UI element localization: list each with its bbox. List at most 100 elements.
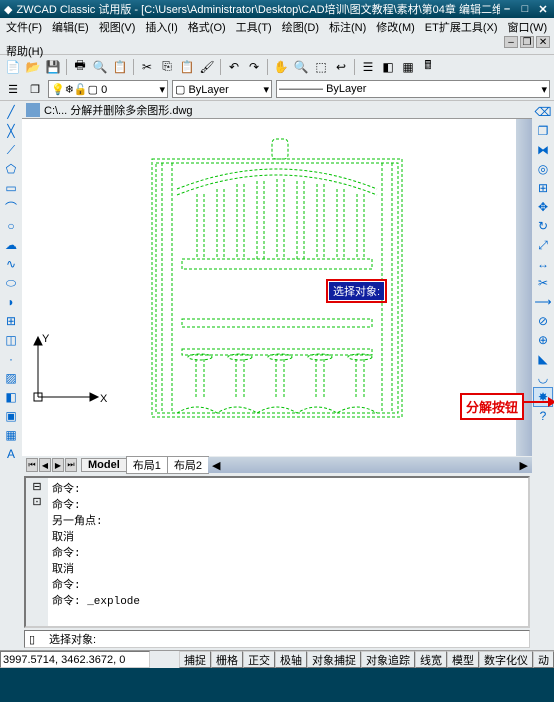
calc-icon[interactable]: 🖩 (419, 58, 437, 76)
menu-file[interactable]: 文件(F) (4, 18, 44, 36)
menu-view[interactable]: 视图(V) (97, 18, 138, 36)
tab-first[interactable]: ⏮ (26, 458, 38, 472)
stretch-icon[interactable]: ↔ (534, 255, 552, 273)
document-tab[interactable]: C:\... 分解并删除多余图形.dwg (22, 101, 532, 119)
polar-button[interactable]: 极轴 (275, 651, 307, 668)
join-icon[interactable]: ⊕ (534, 331, 552, 349)
paste-icon[interactable]: 📋 (178, 58, 196, 76)
publish-icon[interactable]: 📋 (111, 58, 129, 76)
design-icon[interactable]: ◧ (379, 58, 397, 76)
scale-icon[interactable]: ⤢ (534, 236, 552, 254)
pline-icon[interactable]: ⟋ (2, 141, 20, 159)
close-button[interactable]: ✕ (536, 2, 550, 16)
save-icon[interactable]: 💾 (44, 58, 62, 76)
text-icon[interactable]: A (2, 445, 20, 463)
redo-icon[interactable]: ↷ (245, 58, 263, 76)
insert-icon[interactable]: ⊞ (2, 312, 20, 330)
command-line[interactable]: ▯ 选择对象: (24, 630, 530, 648)
layermgr-icon[interactable]: ☰ (4, 80, 22, 98)
block-icon[interactable]: ◫ (2, 331, 20, 349)
offset-icon[interactable]: ◎ (534, 160, 552, 178)
layers-icon[interactable]: ❐ (26, 80, 44, 98)
gradient-icon[interactable]: ◧ (2, 388, 20, 406)
maximize-button[interactable]: □ (518, 2, 532, 16)
move-icon[interactable]: ✥ (534, 198, 552, 216)
help-icon[interactable]: ? (534, 407, 552, 425)
menu-window[interactable]: 窗口(W) (506, 18, 550, 36)
copy-icon[interactable]: ⎘ (158, 58, 176, 76)
layer-select[interactable]: 💡❄🔓▢ 0▾ (48, 80, 168, 98)
spline-icon[interactable]: ∿ (2, 255, 20, 273)
tablet-button[interactable]: 数字化仪 (479, 651, 533, 668)
color-select[interactable]: ▢ ByLayer▾ (172, 80, 272, 98)
lweight-button[interactable]: 线宽 (415, 651, 447, 668)
print-icon[interactable]: 🖶 (71, 58, 89, 76)
match-icon[interactable]: 🖌 (198, 58, 216, 76)
arc-icon[interactable]: ⌒ (2, 198, 20, 216)
region-icon[interactable]: ▣ (2, 407, 20, 425)
ortho-button[interactable]: 正交 (243, 651, 275, 668)
grid-button[interactable]: 栅格 (211, 651, 243, 668)
menu-help[interactable]: 帮助(H) (4, 42, 550, 60)
props-icon[interactable]: ☰ (359, 58, 377, 76)
menu-format[interactable]: 格式(O) (186, 18, 228, 36)
copy-obj-icon[interactable]: ❐ (534, 122, 552, 140)
xline-icon[interactable]: ╳ (2, 122, 20, 140)
dyn-button[interactable]: 动 (533, 651, 554, 668)
tab-model[interactable]: Model (81, 458, 127, 472)
doc-close[interactable]: ✕ (536, 36, 550, 48)
toolpal-icon[interactable]: ▦ (399, 58, 417, 76)
open-icon[interactable]: 📂 (24, 58, 42, 76)
ellipse-icon[interactable]: ⬭ (2, 274, 20, 292)
snap-button[interactable]: 捕捉 (179, 651, 211, 668)
scrollbar-horizontal[interactable]: ◀▶ (208, 457, 532, 473)
tab-prev[interactable]: ◀ (39, 458, 51, 472)
menu-draw[interactable]: 绘图(D) (280, 18, 321, 36)
polygon-icon[interactable]: ⬠ (2, 160, 20, 178)
tab-layout2[interactable]: 布局2 (167, 456, 209, 474)
cut-icon[interactable]: ✂ (138, 58, 156, 76)
otrack-button[interactable]: 对象追踪 (361, 651, 415, 668)
mirror-icon[interactable]: ⧓ (534, 141, 552, 159)
revcloud-icon[interactable]: ☁ (2, 236, 20, 254)
doc-minimize[interactable]: – (504, 36, 518, 48)
pan-icon[interactable]: ✋ (272, 58, 290, 76)
point-icon[interactable]: · (2, 350, 20, 368)
tab-next[interactable]: ▶ (52, 458, 64, 472)
table-icon[interactable]: ▦ (2, 426, 20, 444)
ellarc-icon[interactable]: ◗ (2, 293, 20, 311)
tab-layout1[interactable]: 布局1 (126, 456, 168, 474)
menu-edit[interactable]: 编辑(E) (50, 18, 91, 36)
cmd-icon1[interactable]: ⊟ (32, 480, 41, 493)
line-icon[interactable]: ╱ (2, 103, 20, 121)
doc-restore[interactable]: ❐ (520, 36, 534, 48)
chamfer-icon[interactable]: ◣ (534, 350, 552, 368)
break-icon[interactable]: ⊘ (534, 312, 552, 330)
fillet-icon[interactable]: ◡ (534, 369, 552, 387)
menu-tools[interactable]: 工具(T) (234, 18, 274, 36)
menu-dim[interactable]: 标注(N) (327, 18, 368, 36)
undo-icon[interactable]: ↶ (225, 58, 243, 76)
zoom-icon[interactable]: 🔍 (292, 58, 310, 76)
model-button[interactable]: 模型 (447, 651, 479, 668)
erase-icon[interactable]: ⌫ (534, 103, 552, 121)
new-icon[interactable]: 📄 (4, 58, 22, 76)
trim-icon[interactable]: ✂ (534, 274, 552, 292)
menu-et[interactable]: ET扩展工具(X) (423, 18, 500, 36)
drawing-canvas[interactable]: X Y 选择对象: (22, 119, 516, 456)
tab-last[interactable]: ⏭ (65, 458, 77, 472)
array-icon[interactable]: ⊞ (534, 179, 552, 197)
hatch-icon[interactable]: ▨ (2, 369, 20, 387)
rotate-icon[interactable]: ↻ (534, 217, 552, 235)
menu-modify[interactable]: 修改(M) (374, 18, 417, 36)
linetype-select[interactable]: ———— ByLayer▾ (276, 80, 550, 98)
rect-icon[interactable]: ▭ (2, 179, 20, 197)
osnap-button[interactable]: 对象捕捉 (307, 651, 361, 668)
menu-insert[interactable]: 插入(I) (143, 18, 179, 36)
preview-icon[interactable]: 🔍 (91, 58, 109, 76)
minimize-button[interactable]: – (500, 2, 514, 16)
cmd-icon2[interactable]: ⊡ (32, 495, 41, 508)
zoomwin-icon[interactable]: ⬚ (312, 58, 330, 76)
zoomprev-icon[interactable]: ↩ (332, 58, 350, 76)
circle-icon[interactable]: ○ (2, 217, 20, 235)
